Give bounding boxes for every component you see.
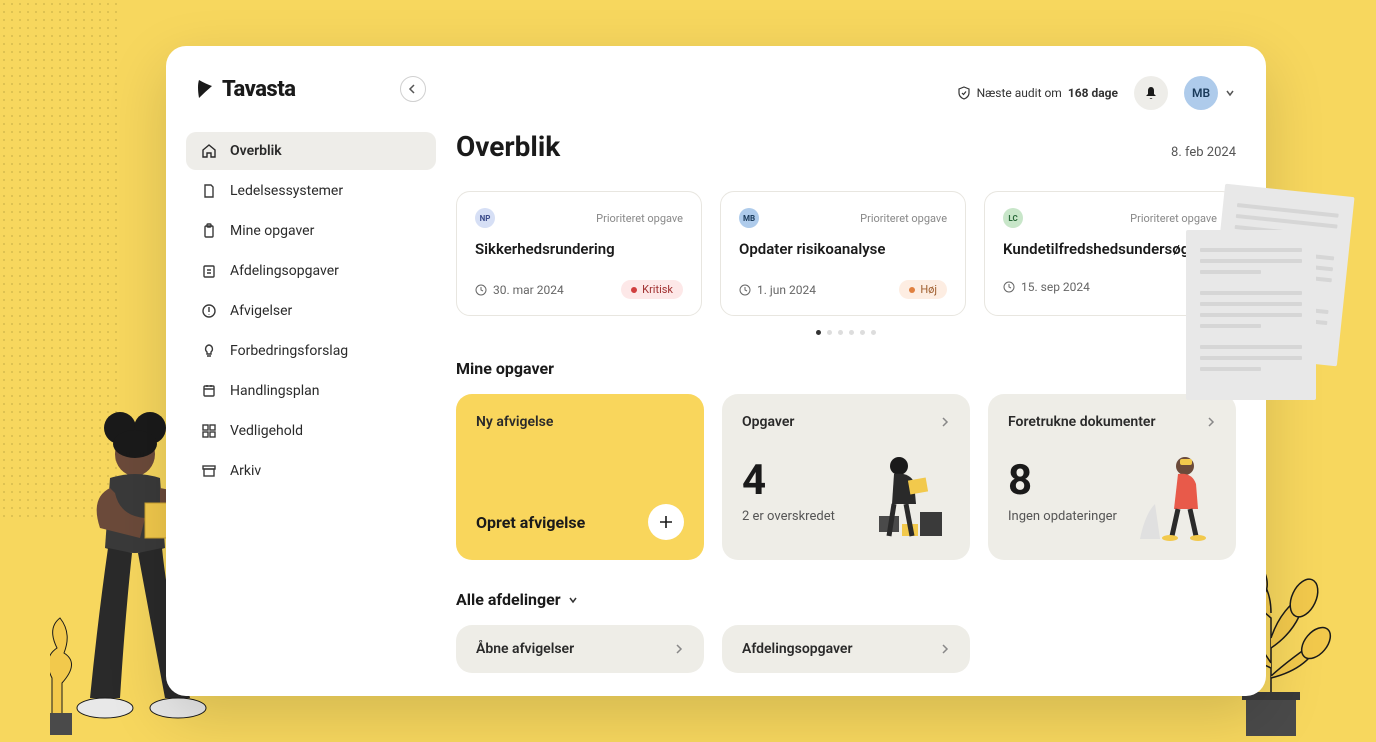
tile-documents[interactable]: Foretrukne dokumenter 8 Ingen opdatering…: [988, 394, 1236, 560]
sidebar-item-label: Forbedringsforslag: [230, 343, 348, 359]
brand-name: Tavasta: [222, 77, 295, 102]
tiles-row: Ny afvigelse Opret afvigelse Opgaver 4 2…: [456, 394, 1236, 590]
task-title: Kundetilfredshedsundersøgelse: [1003, 240, 1217, 258]
page-date: 8. feb 2024: [1171, 145, 1236, 160]
tile-label: Opgaver: [742, 414, 794, 430]
sidebar-item-handlingsplan[interactable]: Handlingsplan: [186, 372, 436, 410]
user-menu[interactable]: MB: [1184, 76, 1236, 110]
sidebar-item-arkiv[interactable]: Arkiv: [186, 452, 436, 490]
audit-text-prefix: Næste audit om: [977, 86, 1062, 100]
sidebar-item-label: Mine opgaver: [230, 223, 314, 239]
due-date: 15. sep 2024: [1003, 280, 1090, 294]
collapse-sidebar-button[interactable]: [400, 76, 426, 102]
home-icon: [200, 142, 218, 160]
app-window: Tavasta Overblik Ledelsessystemer Mine o…: [166, 46, 1266, 696]
lightbulb-icon: [200, 342, 218, 360]
alert-icon: [200, 302, 218, 320]
priority-card[interactable]: MB Prioriteret opgave Opdater risikoanal…: [720, 191, 966, 316]
clock-icon: [739, 284, 751, 296]
audit-badge: Næste audit om 168 dage: [957, 86, 1118, 100]
sidebar-item-afvigelser[interactable]: Afvigelser: [186, 292, 436, 330]
audit-days: 168 dage: [1068, 86, 1118, 100]
logo: Tavasta: [196, 77, 295, 102]
calendar-icon: [200, 382, 218, 400]
priority-badge: Prioriteret opgave: [1130, 212, 1217, 225]
chevron-right-icon: [940, 643, 950, 655]
sidebar-item-label: Arkiv: [230, 463, 261, 479]
tasks-illustration: [864, 454, 954, 544]
priority-badge: Prioriteret opgave: [596, 212, 683, 225]
chevron-left-icon: [408, 84, 418, 94]
sidebar-item-vedligehold[interactable]: Vedligehold: [186, 412, 436, 450]
chevron-down-icon: [1224, 87, 1236, 99]
due-date: 1. jun 2024: [739, 283, 816, 297]
section-mine-opgaver: Mine opgaver: [456, 359, 1236, 394]
documents-illustration: [1130, 454, 1220, 544]
plus-icon: [658, 514, 674, 530]
document-icon: [200, 182, 218, 200]
shield-icon: [957, 86, 971, 100]
priority-card[interactable]: LC Prioriteret opgave Kundetilfredshedsu…: [984, 191, 1236, 316]
sidebar-item-ledelsessystemer[interactable]: Ledelsessystemer: [186, 172, 436, 210]
assignee-avatar: MB: [739, 208, 759, 228]
tile-tasks[interactable]: Opgaver 4 2 er overskredet: [722, 394, 970, 560]
main: Næste audit om 168 dage MB Overblik 8. f…: [456, 46, 1266, 696]
clock-icon: [475, 284, 487, 296]
tile-label: Ny afvigelse: [476, 414, 684, 430]
clipboard-icon: [200, 222, 218, 240]
archive-icon: [200, 462, 218, 480]
notifications-button[interactable]: [1134, 76, 1168, 110]
clock-icon: [1003, 281, 1015, 293]
chevron-right-icon: [1206, 416, 1216, 428]
assignee-avatar: NP: [475, 208, 495, 228]
section-alle-afdelinger[interactable]: Alle afdelinger: [456, 590, 1236, 625]
tile-action-label: Opret afvigelse: [476, 513, 585, 532]
sidebar-item-forbedringsforslag[interactable]: Forbedringsforslag: [186, 332, 436, 370]
sidebar-item-label: Vedligehold: [230, 423, 303, 439]
tile-label: Foretrukne dokumenter: [1008, 414, 1156, 430]
task-title: Sikkerhedsrundering: [475, 240, 683, 258]
due-date: 30. mar 2024: [475, 283, 564, 297]
priority-badge: Prioriteret opgave: [860, 212, 947, 225]
chevron-down-icon: [567, 594, 579, 606]
create-deviation-button[interactable]: [648, 504, 684, 540]
chevron-right-icon: [674, 643, 684, 655]
sidebar: Tavasta Overblik Ledelsessystemer Mine o…: [166, 46, 456, 696]
bell-icon: [1143, 85, 1159, 101]
sidebar-item-mine-opgaver[interactable]: Mine opgaver: [186, 212, 436, 250]
bottom-tiles: Åbne afvigelser Afdelingsopgaver: [456, 625, 1236, 673]
chevron-right-icon: [940, 416, 950, 428]
priority-card[interactable]: NP Prioriteret opgave Sikkerhedsrunderin…: [456, 191, 702, 316]
team-clipboard-icon: [200, 262, 218, 280]
tile-open-deviations[interactable]: Åbne afvigelser: [456, 625, 704, 673]
severity-badge: Høj: [899, 280, 947, 299]
sidebar-item-label: Handlingsplan: [230, 383, 319, 399]
priority-cards: NP Prioriteret opgave Sikkerhedsrunderin…: [456, 191, 1236, 330]
avatar: MB: [1184, 76, 1218, 110]
tile-new-deviation[interactable]: Ny afvigelse Opret afvigelse: [456, 394, 704, 560]
carousel-dots[interactable]: [456, 330, 1236, 359]
sidebar-item-label: Ledelsessystemer: [230, 183, 343, 199]
page-title: Overblik: [456, 130, 560, 163]
logo-icon: [196, 78, 214, 100]
sidebar-item-label: Overblik: [230, 143, 282, 159]
sidebar-item-overblik[interactable]: Overblik: [186, 132, 436, 170]
severity-badge: Kritisk: [621, 280, 683, 299]
header: Næste audit om 168 dage MB: [456, 76, 1236, 130]
nav: Overblik Ledelsessystemer Mine opgaver A…: [186, 132, 436, 490]
sidebar-item-label: Afvigelser: [230, 303, 292, 319]
sidebar-item-afdelingsopgaver[interactable]: Afdelingsopgaver: [186, 252, 436, 290]
sidebar-item-label: Afdelingsopgaver: [230, 263, 339, 279]
task-title: Opdater risikoanalyse: [739, 240, 947, 258]
assignee-avatar: LC: [1003, 208, 1023, 228]
grid-icon: [200, 422, 218, 440]
tile-dept-tasks[interactable]: Afdelingsopgaver: [722, 625, 970, 673]
